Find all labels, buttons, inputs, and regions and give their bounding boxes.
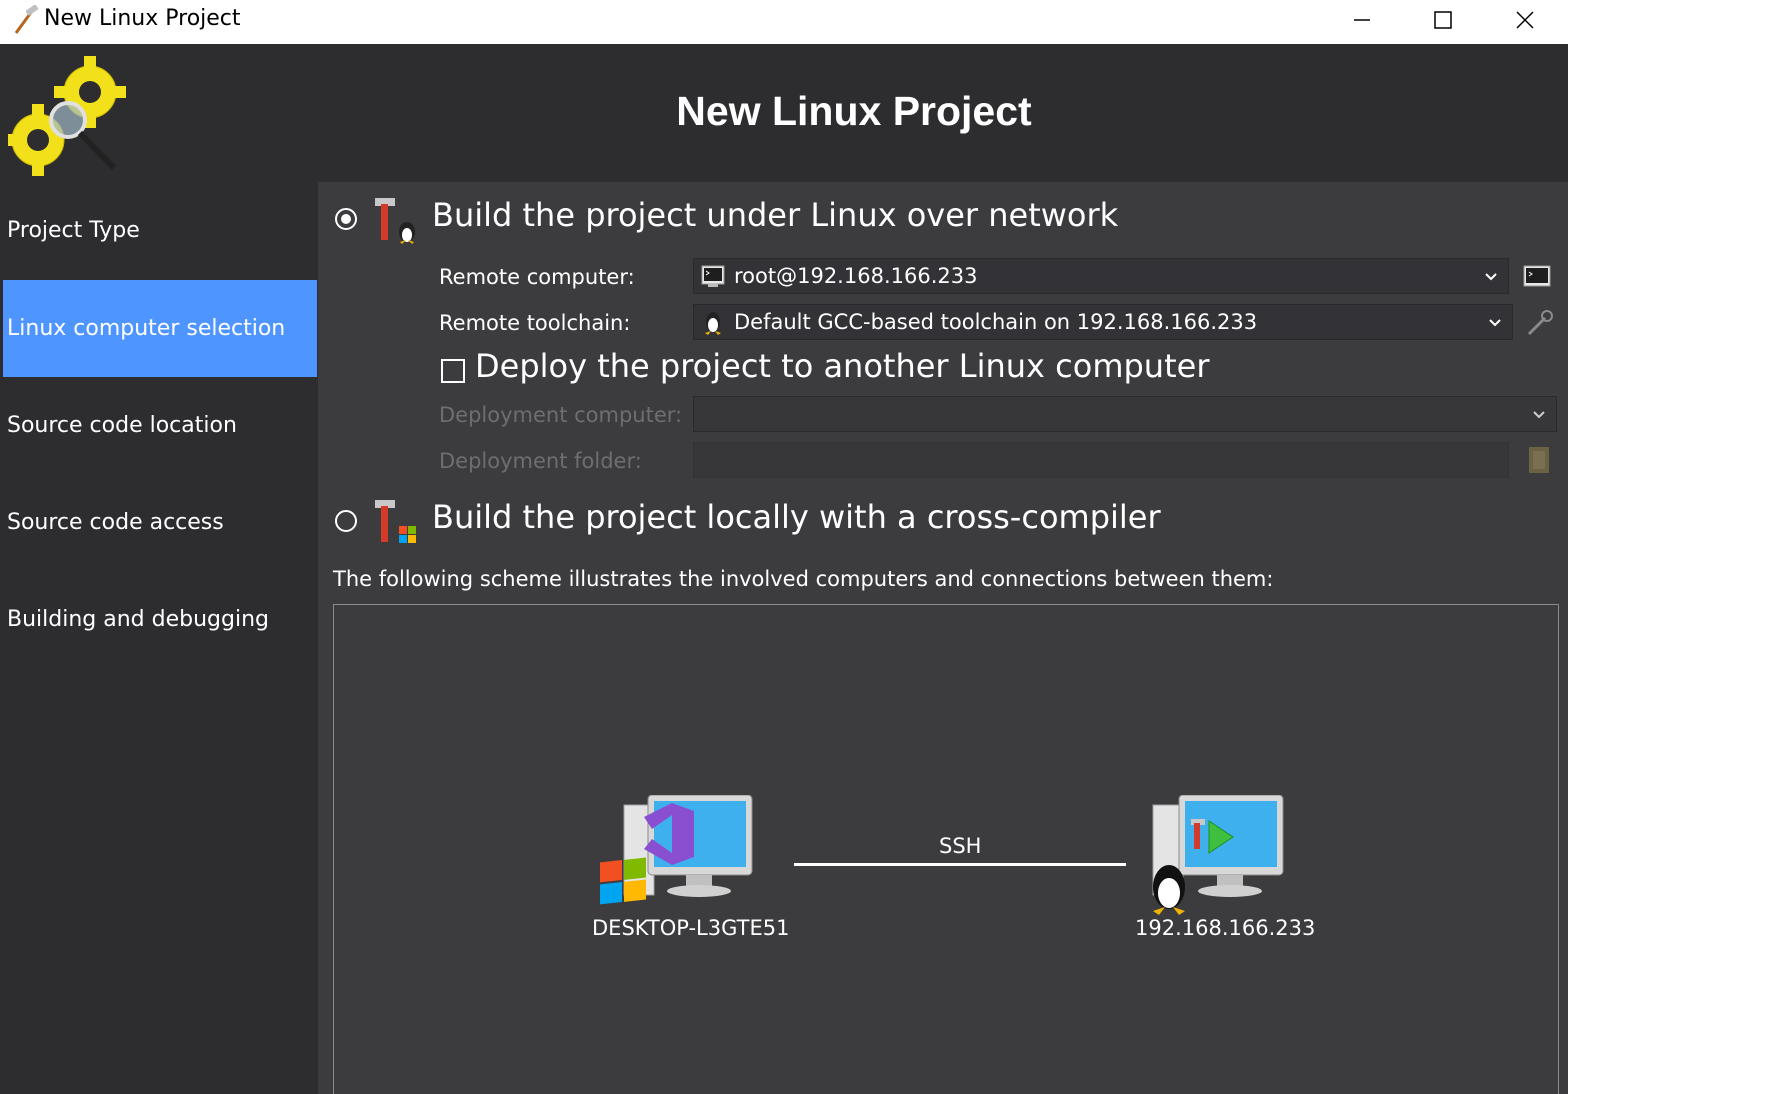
build-local-label[interactable]: Build the project locally with a cross-c… [432,498,1161,536]
hammer-windows-icon [375,500,416,543]
build-remote-radio[interactable] [335,208,357,230]
deployment-computer-select[interactable] [693,396,1557,432]
deployment-folder-input[interactable] [693,442,1509,478]
close-icon [1516,11,1534,29]
deploy-checkbox-label[interactable]: Deploy the project to another Linux comp… [475,347,1209,385]
sidebar-item-source-code-location[interactable]: Source code location [3,377,317,474]
remote-computer-select[interactable]: root@192.168.166.233 [693,258,1509,294]
folder-browse-icon[interactable] [1525,445,1555,475]
sidebar-item-building-and-debugging[interactable]: Building and debugging [3,571,317,668]
minimize-icon [1354,19,1370,21]
deploy-checkbox[interactable] [441,359,465,383]
page-title: New Linux Project [676,88,1032,134]
connection-scheme: DESKTOP-L3GTE51 SSH 192.168.166.233 [333,604,1559,1094]
wizard-steps-sidebar: Project Type Linux computer selection So… [0,182,318,1094]
minimize-button[interactable] [1322,0,1402,40]
local-host-label: DESKTOP-L3GTE51 [592,916,790,940]
build-remote-label[interactable]: Build the project under Linux over netwo… [432,196,1118,234]
maximize-button[interactable] [1403,0,1483,40]
hammer-icon [14,5,39,34]
deployment-computer-label: Deployment computer: [439,403,683,427]
remote-toolchain-value: Default GCC-based toolchain on 192.168.1… [734,310,1258,334]
sidebar-item-label: Source code access [7,510,224,535]
hammer-linux-icon [375,198,415,244]
sidebar-item-project-type[interactable]: Project Type [3,182,317,279]
scheme-caption: The following scheme illustrates the inv… [333,567,1274,591]
ssh-label: SSH [939,834,982,858]
linux-computer-icon [1152,795,1284,915]
remote-computer-label: Remote computer: [439,265,635,289]
remote-toolchain-select[interactable]: Default GCC-based toolchain on 192.168.1… [693,304,1513,340]
terminal-icon [701,265,725,287]
deployment-folder-label: Deployment folder: [439,449,642,473]
wrench-icon[interactable] [1525,308,1555,338]
terminal-button-icon[interactable] [1522,262,1552,292]
chevron-down-icon [1489,319,1501,327]
sidebar-item-label: Linux computer selection [7,316,286,341]
sidebar-item-label: Source code location [7,413,237,438]
windows-vs-computer-icon [600,795,753,905]
remote-computer-value: root@192.168.166.233 [734,264,978,288]
sidebar-item-label: Building and debugging [7,607,269,632]
chevron-down-icon [1485,273,1497,281]
remote-toolchain-label: Remote toolchain: [439,311,631,335]
sidebar-item-source-code-access[interactable]: Source code access [3,474,317,571]
close-button[interactable] [1485,0,1565,40]
chevron-down-icon [1533,411,1545,419]
build-local-radio[interactable] [335,510,357,532]
wizard-main-panel: Build the project under Linux over netwo… [325,182,1568,1094]
maximize-icon [1434,11,1452,29]
ssh-connection-line [794,863,1126,866]
window-title: New Linux Project [44,6,241,31]
wizard-window: New Linux Project Project Type Linux com… [0,44,1568,1094]
tux-icon [705,312,721,335]
window-titlebar: New Linux Project [0,0,1568,44]
remote-host-label: 192.168.166.233 [1135,916,1316,940]
sidebar-item-label: Project Type [7,218,140,243]
sidebar-item-linux-computer-selection[interactable]: Linux computer selection [3,280,317,377]
wizard-header: New Linux Project [0,44,1568,182]
